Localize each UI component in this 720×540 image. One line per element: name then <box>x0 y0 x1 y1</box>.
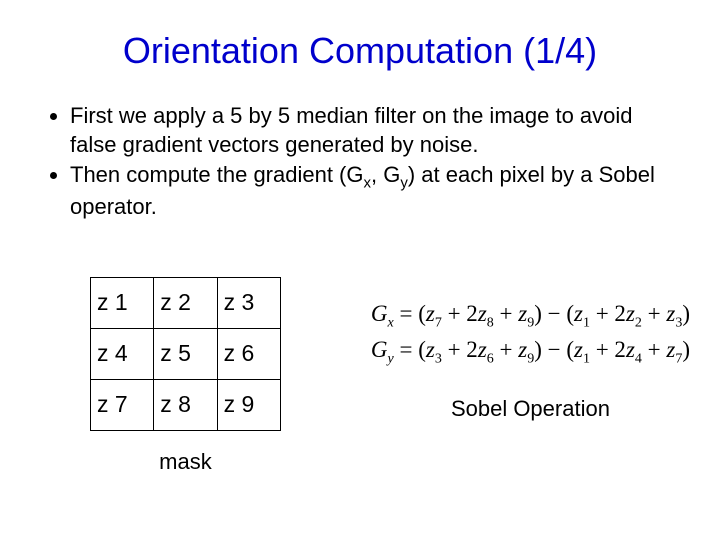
table-row: z 7 z 8 z 9 <box>91 379 281 430</box>
gy-mid: ) − ( <box>534 337 574 362</box>
bullet-2-mid: , G <box>371 162 400 187</box>
gy-t4s: 1 <box>583 352 590 367</box>
bullet-2: Then compute the gradient (Gx, Gy) at ea… <box>70 161 680 221</box>
gx-p4: + <box>642 301 666 326</box>
gx-t5: z <box>626 301 635 326</box>
gx-end: ) <box>682 301 690 326</box>
mask-table: z 1 z 2 z 3 z 4 z 5 z 6 z 7 z 8 z 9 <box>90 277 281 431</box>
gx-eq: = ( <box>394 301 426 326</box>
gy-eq: = ( <box>394 337 426 362</box>
page-title: Orientation Computation (1/4) <box>30 30 690 72</box>
gx-t1: z <box>426 301 435 326</box>
gy-t3: z <box>518 337 527 362</box>
mask-cell: z 7 <box>91 379 154 430</box>
gx-t5s: 2 <box>635 315 642 330</box>
gx-sub: x <box>364 175 372 192</box>
gx-t2s: 8 <box>487 315 494 330</box>
bullet-1: First we apply a 5 by 5 median filter on… <box>70 102 680 159</box>
sobel-label: Sobel Operation <box>371 396 690 422</box>
gy-t1s: 3 <box>435 352 442 367</box>
gx-mid: ) − ( <box>534 301 574 326</box>
mask-cell: z 5 <box>154 328 217 379</box>
gy-t5s: 4 <box>635 352 642 367</box>
gy-p2: + <box>494 337 518 362</box>
gx-lhs: G <box>371 301 388 326</box>
formula-gy: Gy = (z3 + 2z6 + z9) − (z1 + 2z4 + z7) <box>371 337 690 368</box>
mask-cell: z 6 <box>217 328 280 379</box>
gy-t1: z <box>426 337 435 362</box>
formula-block: Gx = (z7 + 2z8 + z9) − (z1 + 2z2 + z3) G… <box>371 295 690 422</box>
mask-cell: z 1 <box>91 277 154 328</box>
mask-cell: z 9 <box>217 379 280 430</box>
gx-t1s: 7 <box>435 315 442 330</box>
gx-p2: + <box>494 301 518 326</box>
gy-p4: + <box>642 337 666 362</box>
gy-t2: z <box>478 337 487 362</box>
gx-p3: + 2 <box>590 301 626 326</box>
table-row: z 4 z 5 z 6 <box>91 328 281 379</box>
gy-lhs: G <box>371 337 388 362</box>
gy-end: ) <box>682 337 690 362</box>
slide: Orientation Computation (1/4) First we a… <box>0 0 720 540</box>
formula-gx: Gx = (z7 + 2z8 + z9) − (z1 + 2z2 + z3) <box>371 301 690 332</box>
mask-cell: z 2 <box>154 277 217 328</box>
gx-p1: + 2 <box>442 301 478 326</box>
gy-t6: z <box>666 337 675 362</box>
bullet-2-pre: Then compute the gradient (G <box>70 162 364 187</box>
bullet-1-text: First we apply a 5 by 5 median filter on… <box>70 103 633 157</box>
gx-t2: z <box>478 301 487 326</box>
gy-sub: y <box>400 175 408 192</box>
table-row: z 1 z 2 z 3 <box>91 277 281 328</box>
lower-row: z 1 z 2 z 3 z 4 z 5 z 6 z 7 z 8 z 9 mask <box>30 277 690 475</box>
gx-t4: z <box>574 301 583 326</box>
gy-p1: + 2 <box>442 337 478 362</box>
gx-t4s: 1 <box>583 315 590 330</box>
mask-label: mask <box>90 449 281 475</box>
bullet-list: First we apply a 5 by 5 median filter on… <box>50 102 690 222</box>
mask-cell: z 4 <box>91 328 154 379</box>
gy-p3: + 2 <box>590 337 626 362</box>
mask-cell: z 8 <box>154 379 217 430</box>
gy-t5: z <box>626 337 635 362</box>
gx-t6: z <box>666 301 675 326</box>
gy-t2s: 6 <box>487 352 494 367</box>
gy-t4: z <box>574 337 583 362</box>
gx-t3: z <box>518 301 527 326</box>
mask-cell: z 3 <box>217 277 280 328</box>
mask-block: z 1 z 2 z 3 z 4 z 5 z 6 z 7 z 8 z 9 mask <box>90 277 281 475</box>
